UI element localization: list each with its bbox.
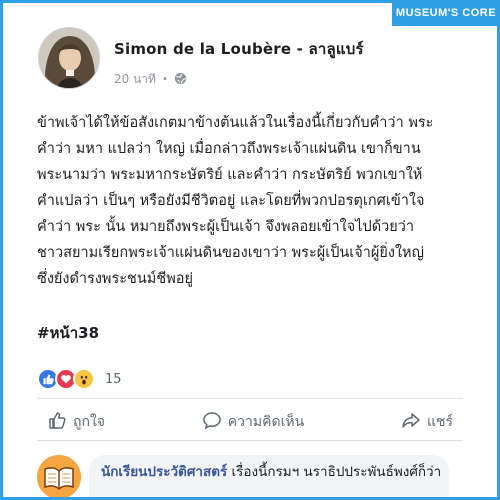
action-bar: ถูกใจ ความคิดเห็น แชร์ [37,410,463,434]
post-line: ชาวสยามเรียกพระเจ้าแผ่นดินของเขาว่า พระผ… [37,245,424,261]
comment-button[interactable]: ความคิดเห็น [202,410,304,434]
divider [37,398,463,399]
hashtag-link[interactable]: #หน้า38 [37,321,99,345]
share-arrow-icon [401,410,421,434]
comment-bubble: นักเรียนประวัติศาสตร์ เรื่องนี้กรมฯ นราธ… [89,455,449,500]
comment-bubble-icon [202,410,222,434]
author-name[interactable]: Simon de la Loubère - ลาลูแบร์ [114,37,364,61]
thumbs-up-icon [47,410,67,434]
post-line: ข้าพเจ้าได้ให้ข้อสังเกตมาข้างต้นแล้วในเร… [37,115,434,131]
post-line: คำว่า มหา แปลว่า ใหญ่ เมื่อกล่าวถึงพระเจ… [37,141,421,157]
like-button[interactable]: ถูกใจ [47,410,105,434]
reactions-summary[interactable]: 15 [37,368,122,390]
commenter-avatar[interactable] [37,455,81,499]
post-line: พระนามว่า พระมหากระษัตริย์ และคำว่า กระษ… [37,167,423,183]
commenter-name[interactable]: นักเรียนประวัติศาสตร์ [101,464,227,480]
comment-text: เรื่องนี้กรมฯ นราธิปประพันธ์พงศ์ก็ว่า [231,464,442,480]
author-avatar[interactable] [38,27,100,89]
share-button[interactable]: แชร์ [401,410,453,434]
museums-core-badge: MUSEUM'S CORE [392,0,500,26]
divider [37,440,463,441]
reaction-count: 15 [105,371,122,387]
post-line: คำว่า พระ นั้น หมายถึงพระผู้เป็นเจ้า จึง… [37,219,415,235]
like-label: ถูกใจ [73,414,105,430]
post-line: ซึ่งยังดำรงพระชนม์ชีพอยู่ [37,271,193,287]
share-label: แชร์ [426,414,453,430]
post-time[interactable]: 20 นาที [114,70,156,89]
post-body: ข้าพเจ้าได้ให้ข้อสังเกตมาข้างต้นแล้วในเร… [37,110,463,292]
comment-label: ความคิดเห็น [227,414,305,430]
post-line: คำแปลว่า เป็นๆ หรือยังมีชีวิตอยู่ และโดย… [37,193,425,209]
separator-dot: • [161,74,168,85]
post-header: Simon de la Loubère - ลาลูแบร์ 20 นาที • [38,27,364,89]
globe-icon[interactable] [174,72,187,88]
book-icon [37,455,81,499]
wow-icon [73,368,95,390]
comment-item: นักเรียนประวัติศาสตร์ เรื่องนี้กรมฯ นราธ… [37,455,449,500]
